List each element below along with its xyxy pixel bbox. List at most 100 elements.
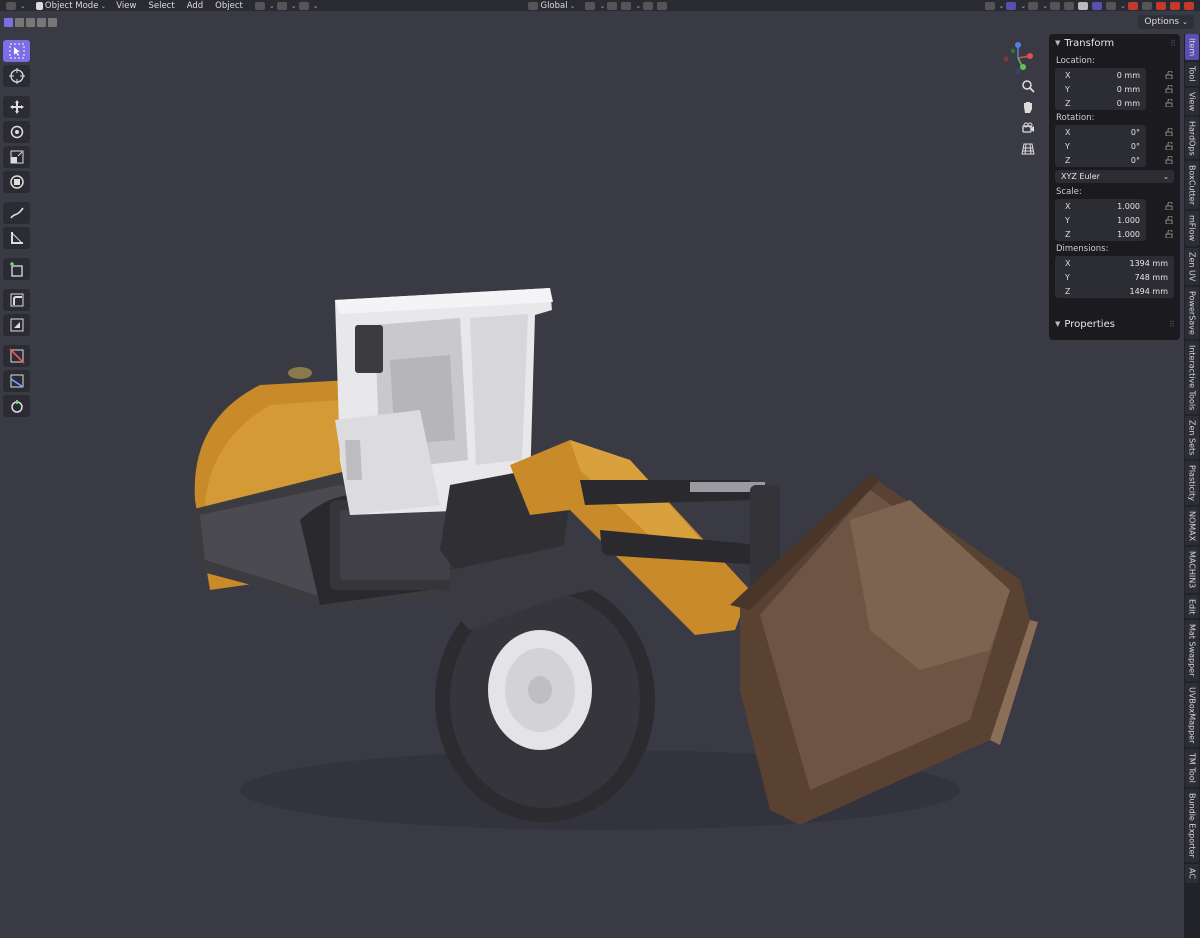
- tab-edit[interactable]: Edit: [1185, 594, 1199, 619]
- rotation-fields: X 0° Y 0° Z 0°: [1055, 125, 1173, 167]
- rotate-tool[interactable]: [3, 121, 30, 143]
- options-button[interactable]: Options ⌄: [1138, 15, 1194, 29]
- lock-icon[interactable]: [1165, 71, 1174, 79]
- tab-powersave[interactable]: PowerSave: [1185, 286, 1199, 339]
- pivot-snap-tools[interactable]: ⌄ ⌄: [579, 0, 673, 11]
- dimensions-y-field[interactable]: Y 748 mm: [1055, 270, 1174, 284]
- menu-add[interactable]: Add: [181, 1, 209, 11]
- lock-icon[interactable]: [1165, 142, 1174, 150]
- transform-header[interactable]: ▼ Transform ⠿: [1049, 34, 1180, 52]
- lock-icon[interactable]: [1165, 128, 1174, 136]
- tab-mat-swapper[interactable]: Mat Swapper: [1185, 620, 1199, 681]
- object-mode-icon: [35, 1, 43, 10]
- camera-view-button[interactable]: [1018, 118, 1038, 138]
- tab-boxcutter[interactable]: BoxCutter: [1185, 161, 1199, 210]
- tab-hardops[interactable]: HardOps: [1185, 116, 1199, 160]
- rotation-mode-select[interactable]: XYZ Euler ⌄: [1055, 170, 1174, 183]
- tab-plasticity[interactable]: Plasticity: [1185, 461, 1199, 506]
- rotation-y-field[interactable]: Y 0°: [1055, 139, 1173, 153]
- menu-select[interactable]: Select: [142, 1, 180, 11]
- knife-tool[interactable]: [3, 345, 30, 367]
- scale-x-field[interactable]: X 1.000: [1055, 199, 1173, 213]
- bisect-icon: [10, 374, 23, 388]
- gizmo-toggle-icon: [1006, 1, 1017, 10]
- add-cube-tool[interactable]: [3, 258, 30, 280]
- select-extend-icon[interactable]: [15, 17, 24, 27]
- tab-interactive-tools[interactable]: Interactive Tools: [1185, 340, 1199, 415]
- drag-grip-icon[interactable]: ⠿: [1170, 39, 1176, 48]
- select-intersect-icon[interactable]: [48, 17, 57, 27]
- move-tool[interactable]: [3, 96, 30, 118]
- select-subtract-icon[interactable]: [26, 17, 35, 27]
- overlays-icon: [1028, 1, 1039, 10]
- editor-type-menu[interactable]: ⌄: [0, 0, 30, 11]
- properties-panel-header[interactable]: ▼ Properties ⠿: [1049, 315, 1180, 333]
- transform-title: Transform: [1064, 37, 1115, 49]
- menu-view[interactable]: View: [110, 1, 142, 11]
- tab-mflow[interactable]: mFlow: [1185, 211, 1199, 246]
- location-x-field[interactable]: X0 mm: [1055, 68, 1173, 82]
- tab-ac[interactable]: AC: [1185, 863, 1199, 883]
- location-z-field[interactable]: Z0 mm: [1055, 96, 1173, 110]
- inset-tool[interactable]: [3, 314, 30, 336]
- gizmo-options[interactable]: ⌄ ⌄ ⌄: [249, 0, 323, 11]
- annotate-tool[interactable]: [3, 202, 30, 224]
- select-invert-icon[interactable]: [37, 17, 46, 27]
- tab-zen-sets[interactable]: Zen Sets: [1185, 416, 1199, 460]
- pan-button[interactable]: [1018, 97, 1038, 117]
- tab-item[interactable]: Item: [1185, 34, 1199, 61]
- crosshair-icon: [8, 68, 25, 84]
- grid-perspective-icon: [1021, 143, 1035, 155]
- scale-tool[interactable]: [3, 146, 30, 168]
- navigation-gizmo[interactable]: [1000, 38, 1040, 78]
- addon-icon: [1128, 1, 1138, 10]
- pivot-icon: [585, 1, 596, 10]
- location-y-field[interactable]: Y0 mm: [1055, 82, 1173, 96]
- orientation-label: Global: [540, 0, 568, 11]
- mode-selector[interactable]: Object Mode ⌄: [30, 0, 110, 11]
- tab-view[interactable]: View: [1185, 87, 1199, 115]
- wheel-loader-model[interactable]: [150, 270, 1050, 840]
- transform-tool[interactable]: [3, 171, 30, 193]
- camera-icon: [1184, 1, 1194, 10]
- extrude-tool[interactable]: [3, 289, 30, 311]
- rotation-z-field[interactable]: Z 0°: [1055, 153, 1173, 167]
- menu-object[interactable]: Object: [209, 1, 249, 11]
- material-shading-icon: [1092, 1, 1103, 10]
- dimensions-x-field[interactable]: X 1394 mm: [1055, 256, 1174, 270]
- rotation-x-field[interactable]: X 0°: [1055, 125, 1173, 139]
- visibility-icon: [984, 1, 995, 10]
- inset-icon: [10, 318, 23, 332]
- tab-uvboxmapper[interactable]: UVBoxMapper: [1185, 682, 1199, 747]
- lock-icon[interactable]: [1165, 156, 1174, 164]
- ortho-toggle-button[interactable]: [1018, 139, 1038, 159]
- measure-tool[interactable]: [3, 227, 30, 249]
- drag-grip-icon[interactable]: ⠿: [1169, 320, 1175, 329]
- bisect-tool[interactable]: [3, 370, 30, 392]
- tab-tool[interactable]: Tool: [1185, 62, 1199, 86]
- spin-tool[interactable]: [3, 395, 30, 417]
- orientation-selector[interactable]: Global ⌄: [522, 0, 579, 11]
- tab-nomax[interactable]: NOMAX: [1185, 507, 1199, 546]
- lock-icon[interactable]: [1165, 99, 1174, 107]
- tab-machin3[interactable]: MACHIN3: [1185, 547, 1199, 593]
- zoom-button[interactable]: [1018, 76, 1038, 96]
- viewport-display-controls[interactable]: ⌄ ⌄ ⌄ ⌄: [979, 0, 1200, 11]
- dimensions-z-field[interactable]: Z 1494 mm: [1055, 284, 1174, 298]
- tab-zen-uv[interactable]: Zen UV: [1185, 247, 1199, 285]
- scale-icon: [10, 150, 23, 164]
- snap-target-icon: [621, 1, 632, 10]
- select-mode-group[interactable]: [4, 17, 57, 27]
- select-box-tool[interactable]: [3, 40, 30, 62]
- tab-tm-tool[interactable]: TM Tool: [1185, 749, 1199, 787]
- tool-settings-bar: Options ⌄: [0, 14, 1200, 30]
- lock-icon[interactable]: [1165, 230, 1174, 238]
- scale-z-field[interactable]: Z 1.000: [1055, 227, 1173, 241]
- select-new-icon[interactable]: [4, 17, 13, 27]
- lock-icon[interactable]: [1165, 216, 1174, 224]
- tab-bundle-exporter[interactable]: Bundle Exporter: [1185, 788, 1199, 862]
- scale-y-field[interactable]: Y 1.000: [1055, 213, 1173, 227]
- lock-icon[interactable]: [1165, 202, 1174, 210]
- lock-icon[interactable]: [1165, 85, 1174, 93]
- cursor-tool[interactable]: [3, 65, 30, 87]
